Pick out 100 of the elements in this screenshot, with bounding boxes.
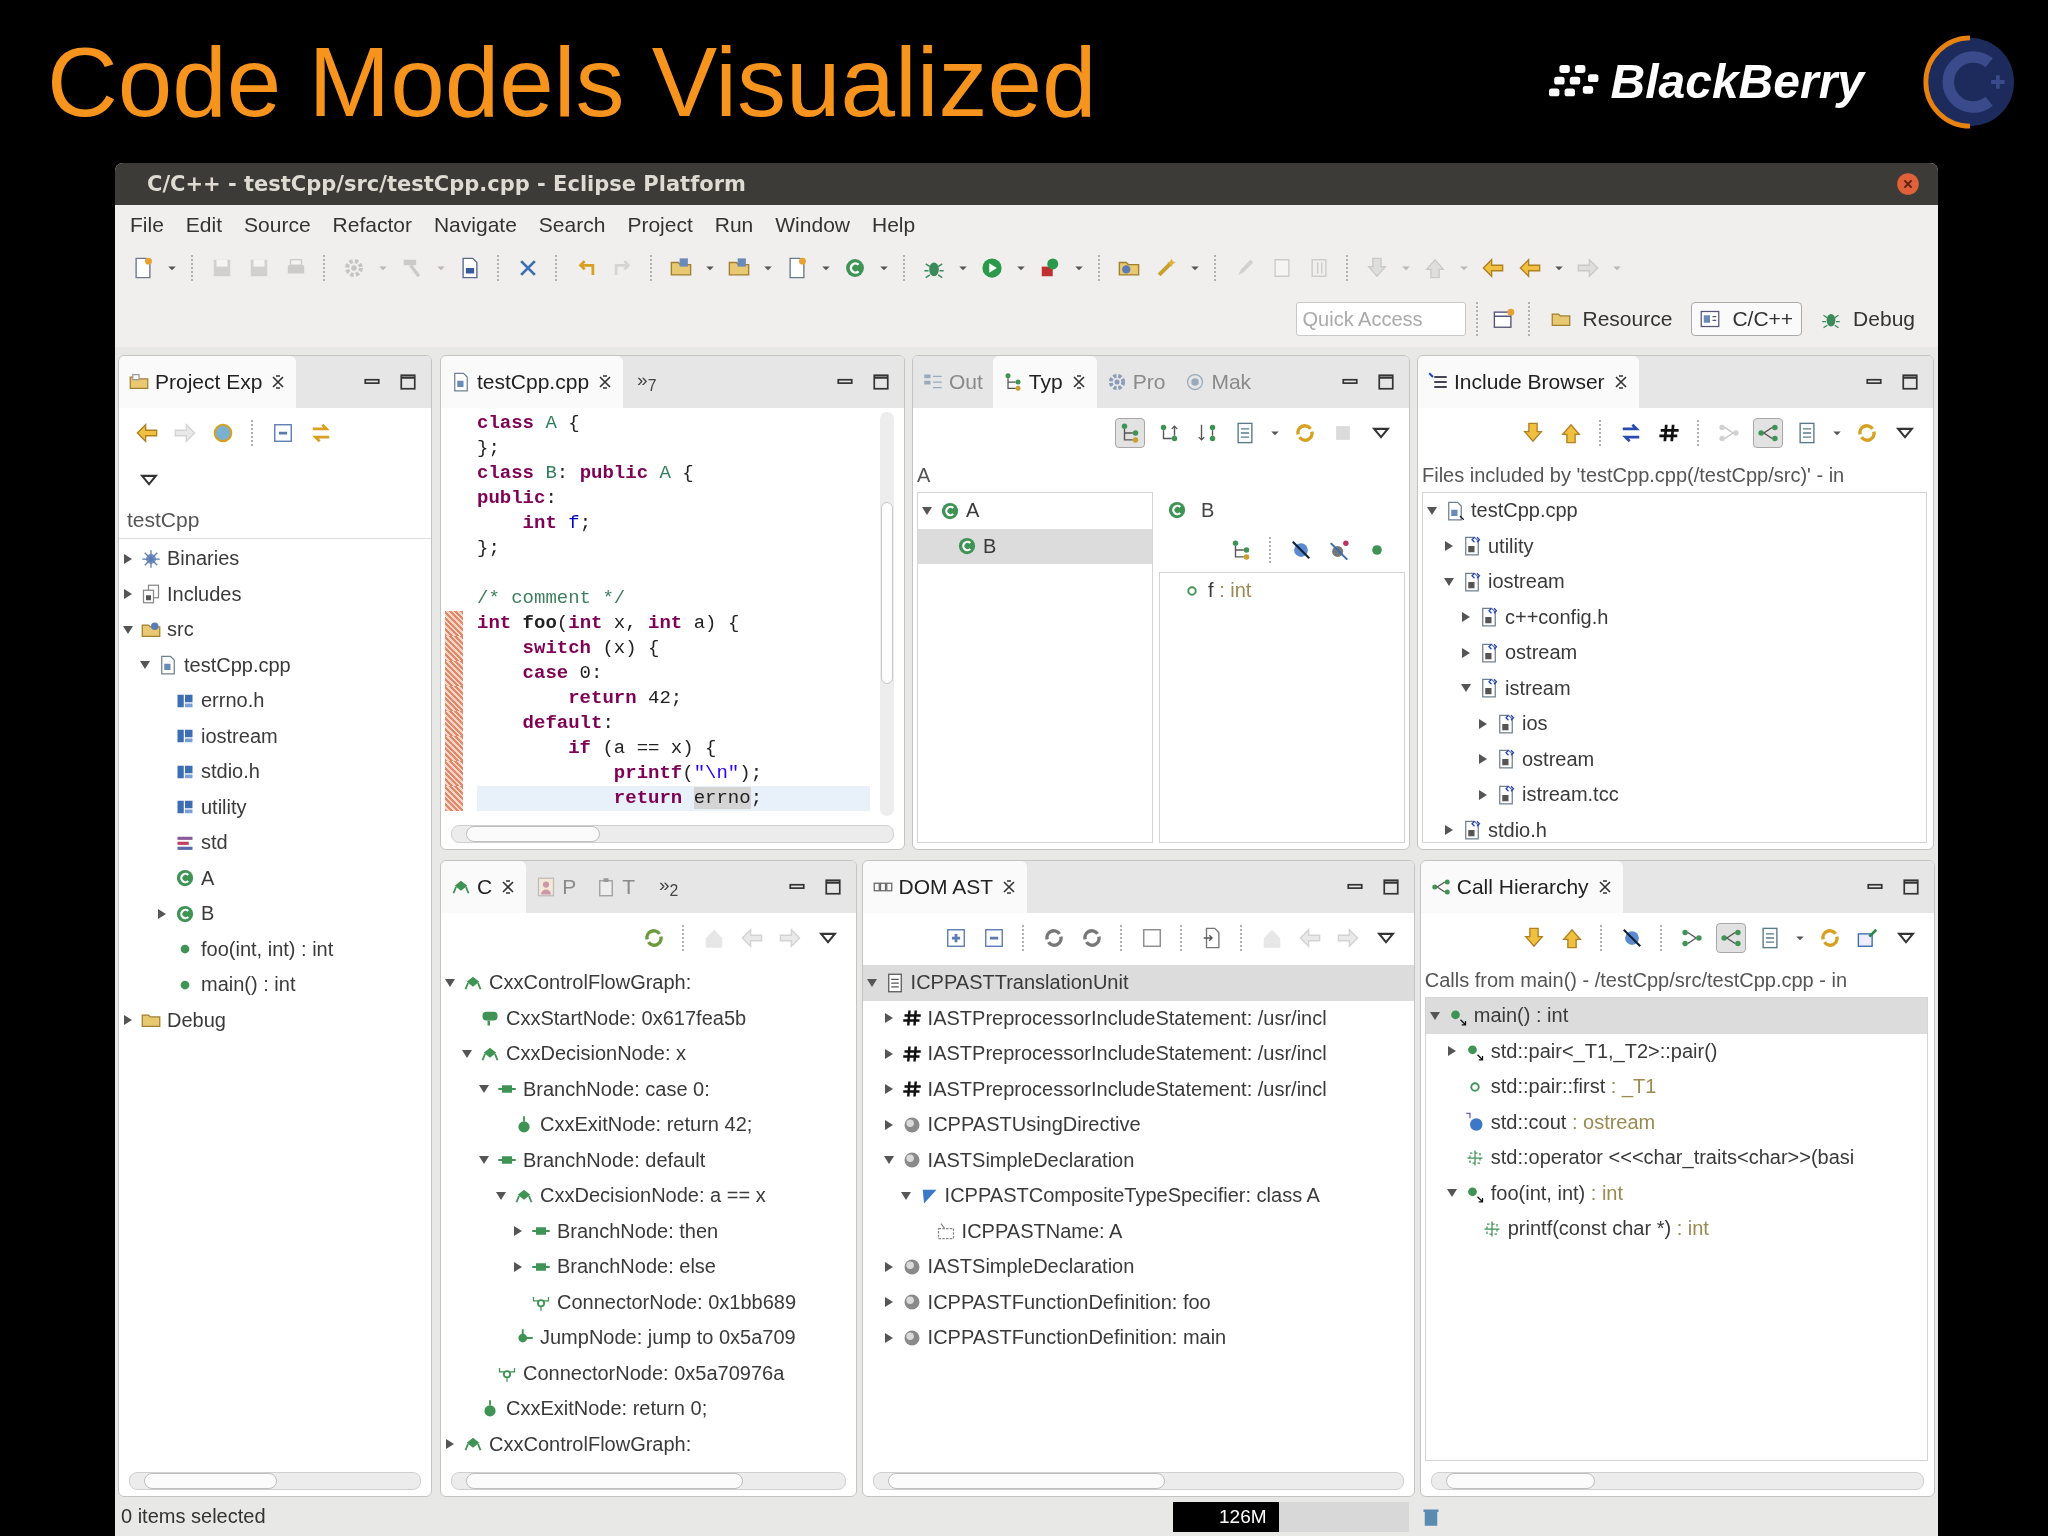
tree-item[interactable]: src [119,612,431,648]
expand-arrow-icon[interactable] [513,1226,523,1237]
tree-item[interactable]: ICPPASTTranslationUnit [862,965,1414,1001]
panel-tab[interactable]: Call Hierarchy [1420,861,1623,913]
tree-item[interactable]: stdio.h [1423,812,1926,842]
maximize-icon[interactable] [1902,878,1920,896]
collapse-arrow-icon[interactable] [1444,576,1454,587]
tree-item[interactable]: foo(int, int) : int [1425,1175,1927,1211]
tree-item[interactable]: Binaries [119,541,431,577]
tree-item[interactable]: A [918,493,1152,529]
maximize-icon[interactable] [823,878,842,896]
tree-item[interactable]: BranchNode: case 0: [441,1071,856,1107]
more-tabs-button[interactable]: »$_{7}$ [637,369,657,395]
menu-item[interactable]: Project [616,213,704,237]
collapse-arrow-icon[interactable] [1427,505,1437,516]
expand-arrow-icon[interactable] [1461,647,1471,658]
tree-item[interactable]: A [119,860,431,896]
menu-item[interactable]: Edit [174,213,234,237]
tree-item[interactable]: utility [1423,528,1926,564]
expand-arrow-icon[interactable] [123,1015,133,1026]
tree-item[interactable]: istream.tcc [1423,777,1926,813]
horizontal-scrollbar[interactable] [451,1472,846,1490]
tree-item[interactable]: std::cout : ostream [1425,1104,1927,1140]
tree-item[interactable]: ostream [1423,741,1926,777]
panel-tab[interactable]: Include Browser [1418,356,1639,408]
expand-arrow-icon[interactable] [123,589,133,600]
collapse-arrow-icon[interactable] [479,1155,489,1166]
close-icon[interactable] [1070,374,1087,390]
close-icon[interactable] [1001,879,1018,895]
collapse-arrow-icon[interactable] [462,1048,472,1059]
maximize-icon[interactable] [872,373,890,391]
tree-item[interactable]: std::operator <<<char_traits<char>>(basi [1425,1140,1927,1176]
collapse-arrow-icon[interactable] [445,977,455,988]
close-icon[interactable] [1612,374,1629,390]
maximize-icon[interactable] [399,373,417,391]
tree-item[interactable]: main() : int [1425,998,1927,1034]
more-tabs-button[interactable]: »$_{2}$ [659,874,679,900]
vertical-scrollbar[interactable] [880,412,894,816]
expand-arrow-icon[interactable] [883,1297,894,1308]
collapse-arrow-icon[interactable] [479,1084,489,1095]
horizontal-scrollbar[interactable] [129,1472,421,1490]
perspective-button[interactable]: C/C++ [1691,302,1803,336]
collapse-arrow-icon[interactable] [922,505,932,516]
tree-item[interactable]: istream [1423,670,1926,706]
tree-item[interactable]: ConnectorNode: 0x5a70976a [441,1355,856,1391]
tree-item[interactable]: ICPPASTFunctionDefinition: main [862,1320,1414,1356]
horizontal-scrollbar[interactable] [451,825,894,843]
panel-tab[interactable]: Project Exp [119,356,297,408]
tree-item[interactable]: IASTPreprocessorIncludeStatement: /usr/incl [862,1036,1414,1072]
expand-arrow-icon[interactable] [513,1261,523,1272]
hierarchy-icon[interactable] [1716,923,1746,953]
tree-item[interactable]: Includes [119,576,431,612]
collapse-arrow-icon[interactable] [1429,1010,1440,1021]
collapse-arrow-icon[interactable] [123,624,133,635]
collapse-arrow-icon[interactable] [900,1190,911,1201]
tree-item[interactable]: printf(const char *) : int [1425,1211,1927,1247]
close-icon[interactable] [1596,879,1613,895]
tree-item[interactable]: ConnectorNode: 0x1bb689 [441,1284,856,1320]
tree-item[interactable]: ostream [1423,635,1926,671]
tree-item[interactable]: testCpp.cpp [119,647,431,683]
close-icon[interactable] [500,879,517,895]
tree-item[interactable]: IASTPreprocessorIncludeStatement: /usr/incl [862,1000,1414,1036]
tree-item[interactable]: CxxControlFlowGraph: [441,1426,856,1462]
tree-item[interactable]: testCpp.cpp [1423,493,1926,529]
expand-arrow-icon[interactable] [883,1048,894,1059]
close-icon[interactable] [597,374,614,390]
menu-item[interactable]: Run [703,213,765,237]
expand-arrow-icon[interactable] [1478,718,1488,729]
tree-item[interactable]: f : int [1160,573,1404,609]
tree-item[interactable]: Debug [119,1002,431,1038]
hierarchy-icon[interactable] [1115,418,1145,448]
maximize-icon[interactable] [1377,373,1395,391]
collapse-arrow-icon[interactable] [1461,683,1471,694]
tree-item[interactable]: JumpNode: jump to 0x5a709 [441,1320,856,1356]
tree-item[interactable]: CxxExitNode: return 0; [441,1391,856,1427]
perspective-button[interactable]: Debug [1812,302,1924,336]
tree-item[interactable]: errno.h [119,683,431,719]
menu-item[interactable]: File [119,213,175,237]
expand-arrow-icon[interactable] [157,908,167,919]
expand-arrow-icon[interactable] [1444,541,1454,552]
menu-item[interactable]: Window [764,213,861,237]
hierarchy-icon[interactable] [1753,418,1783,448]
expand-arrow-icon[interactable] [883,1261,894,1272]
collapse-arrow-icon[interactable] [883,1155,894,1166]
expand-arrow-icon[interactable] [1478,754,1488,765]
expand-arrow-icon[interactable] [1444,825,1454,836]
heap-meter[interactable]: 126M [1173,1501,1409,1532]
tree-item[interactable]: ICPPASTFunctionDefinition: foo [862,1284,1414,1320]
tree-item[interactable]: stdio.h [119,754,431,790]
tree-item[interactable]: iostream [1423,564,1926,600]
expand-arrow-icon[interactable] [883,1119,894,1130]
quick-access-field[interactable]: Quick Access [1295,302,1466,336]
menu-item[interactable]: Source [233,213,322,237]
collapse-arrow-icon[interactable] [140,660,150,671]
tree-item[interactable]: CxxStartNode: 0x617fea5b [441,1000,856,1036]
tree-item[interactable]: std [119,825,431,861]
collapse-arrow-icon[interactable] [1446,1188,1457,1199]
expand-arrow-icon[interactable] [1478,789,1488,800]
horizontal-scrollbar[interactable] [1430,1472,1924,1490]
menu-item[interactable]: Help [861,213,927,237]
